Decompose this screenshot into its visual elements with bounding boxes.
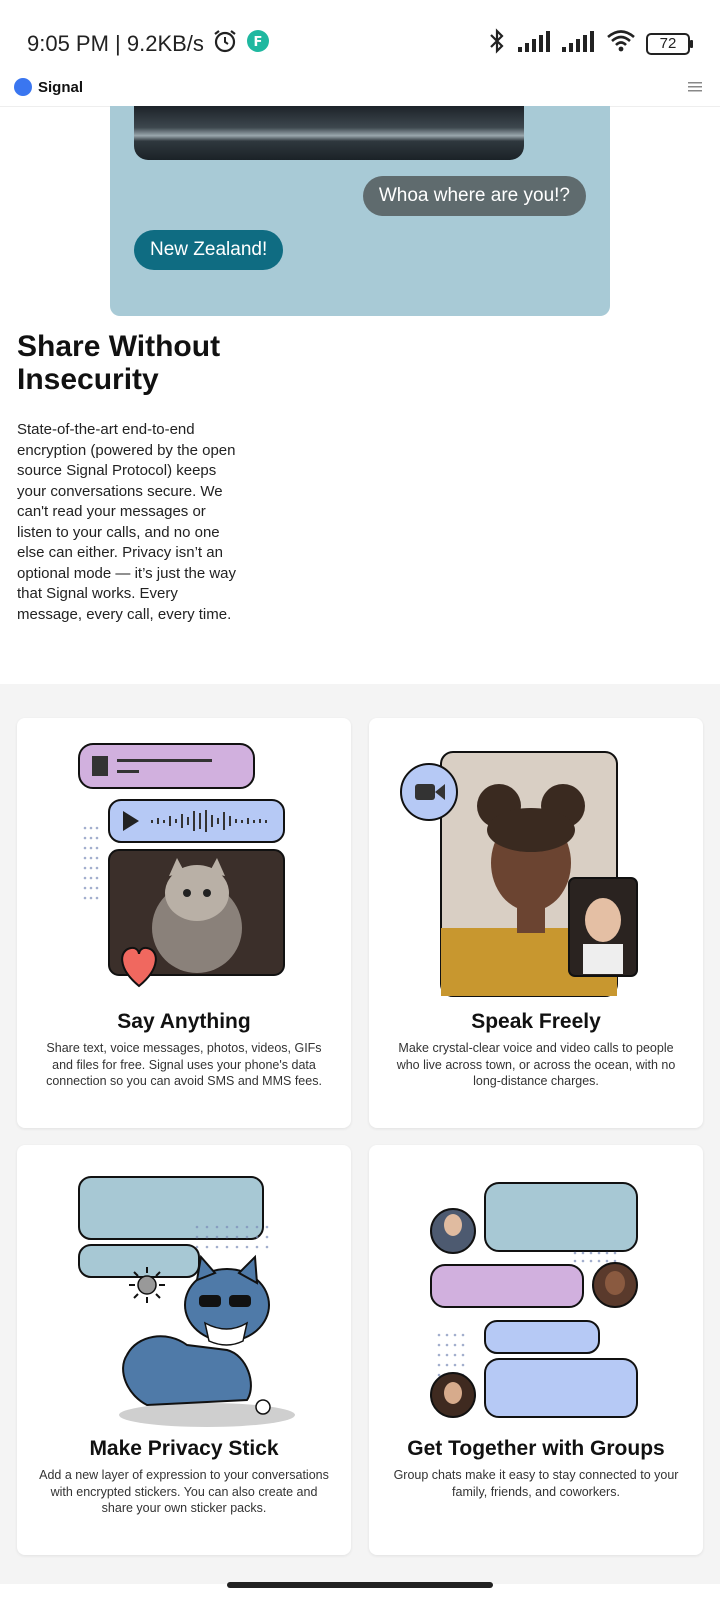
feature-card-speak-freely: Speak Freely Make crystal-clear voice an…: [369, 718, 703, 1128]
signal-strength-icon: [518, 29, 552, 58]
status-left: 9:05 PM | 9.2KB/s F: [27, 28, 270, 60]
status-right: 72: [486, 28, 693, 59]
battery-indicator: 72: [646, 32, 693, 55]
brand-logo[interactable]: Signal: [14, 78, 83, 96]
groups-illustration: [430, 1182, 638, 1418]
feature-card-groups: Get Together with Groups Group chats mak…: [369, 1145, 703, 1555]
feature-card-say-anything: Say Anything Share text, voice messages,…: [17, 718, 351, 1128]
app-notification-icon: F: [246, 29, 270, 59]
status-bar: 9:05 PM | 9.2KB/s F 72: [0, 0, 720, 74]
chat-bubble-sent: New Zealand!: [134, 230, 284, 270]
feature-description: Share text, voice messages, photos, vide…: [46, 1041, 322, 1088]
svg-text:F: F: [253, 35, 262, 50]
feature-title: Speak Freely: [471, 1010, 601, 1033]
brand-name: Signal: [38, 78, 84, 96]
feature-title: Make Privacy Stick: [89, 1437, 279, 1460]
app-header: Signal: [0, 74, 720, 107]
wifi-icon: [606, 29, 636, 58]
privacy-stick-illustration: [78, 1176, 295, 1427]
speak-freely-illustration: [400, 751, 638, 997]
signal-logo-icon: [14, 78, 32, 96]
feature-title: Get Together with Groups: [407, 1437, 665, 1460]
feature-description: Make crystal-clear voice and video calls…: [396, 1041, 676, 1088]
time-and-speed: 9:05 PM | 9.2KB/s: [27, 31, 204, 56]
hero-chat-illustration: Whoa where are you!? New Zealand!: [110, 106, 610, 316]
section-body: State-of-the-art end-to-end encryption (…: [17, 421, 237, 623]
alarm-icon: [212, 28, 238, 60]
feature-title: Say Anything: [117, 1010, 251, 1033]
signal-strength-icon-2: [562, 29, 596, 58]
landscape-photo: [134, 106, 524, 160]
bluetooth-icon: [486, 28, 508, 59]
chat-bubble-received: Whoa where are you!?: [362, 176, 586, 216]
feature-card-make-privacy-stick: Make Privacy Stick Add a new layer of ex…: [17, 1145, 351, 1555]
say-anything-illustration: [78, 743, 285, 988]
section-title: Share Without Insecurity: [17, 330, 221, 396]
hamburger-icon[interactable]: [688, 80, 702, 98]
gesture-home-bar[interactable]: [227, 1582, 493, 1588]
feature-description: Add a new layer of expression to your co…: [39, 1468, 329, 1515]
feature-description: Group chats make it easy to stay connect…: [393, 1468, 679, 1499]
